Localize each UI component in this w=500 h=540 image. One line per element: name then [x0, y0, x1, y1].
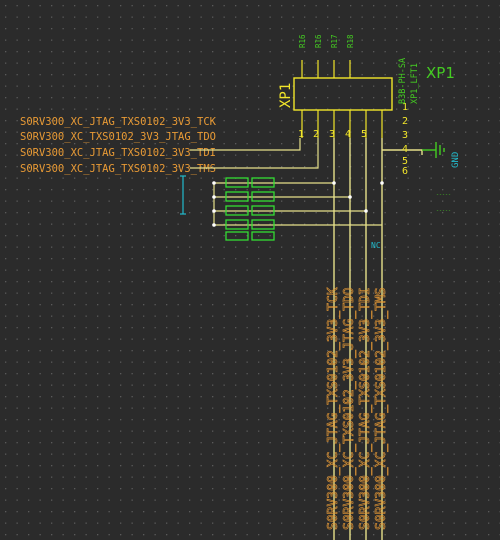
grid-dots: [0, 0, 500, 540]
net-label-tdi[interactable]: S0RV300_XC_JTAG_TXS0102_3V3_TDI: [20, 147, 216, 159]
vnet-label-tdi[interactable]: S0RV300_XC_JTAG_TXS0102_3V3_TDI: [358, 287, 374, 530]
gnd-label: GND: [451, 152, 461, 168]
side-pin-2: 2: [402, 116, 408, 127]
side-pin-6: 6: [402, 166, 408, 177]
svg-text:-----: -----: [436, 192, 451, 198]
net-label-tdo[interactable]: S0RV300_XC_TXS0102_3V3_JTAG_TDO: [20, 131, 216, 143]
side-pin-3: 3: [402, 130, 408, 141]
side-pin-4: 4: [402, 144, 408, 155]
vnet-label-tck[interactable]: S0RV300_XC_JTAG_TXS0102_3V3_TCK: [326, 287, 342, 530]
connector-value: B3B-PH-SA: [398, 58, 408, 104]
pin-number-2: 2: [313, 129, 319, 140]
vnet-label-tdo[interactable]: S0RV300_XC_TXS0102_3V3_JTAG_TDO: [342, 287, 358, 530]
top-res-4[interactable]: R18: [346, 34, 355, 48]
connector-ref-big: XP1: [426, 64, 455, 82]
pin-number-1: 1: [298, 129, 304, 140]
vnet-label-tms[interactable]: S0RV300_XC_JTAG_TXS0102_3V3_TMS: [374, 287, 390, 530]
pin-number-4: 4: [345, 129, 351, 140]
top-res-2[interactable]: R16: [314, 34, 323, 48]
pin-number-5: 5: [361, 129, 367, 140]
vertical-net-labels: S0RV300_XC_JTAG_TXS0102_3V3_TCK S0RV300_…: [326, 287, 390, 530]
pin-number-3: 3: [329, 129, 335, 140]
top-res-1[interactable]: R16: [298, 34, 307, 48]
cyan-net-label: NC: [371, 241, 381, 250]
net-label-tck[interactable]: S0RV300_XC_JTAG_TXS0102_3V3_TCK: [20, 116, 217, 128]
connector-footprint: XP1_LFT1: [410, 63, 420, 104]
top-res-3[interactable]: R17: [330, 34, 339, 48]
schematic-canvas: S0RV300_XC_JTAG_TXS0102_3V3_TCK S0RV300_…: [0, 0, 500, 540]
svg-text:-----: -----: [436, 208, 451, 214]
connector-ref-vertical: XP1: [278, 83, 294, 108]
net-label-tms[interactable]: S0RV300_XC_JTAG_TXS0102_3V3_TMS: [20, 163, 216, 175]
